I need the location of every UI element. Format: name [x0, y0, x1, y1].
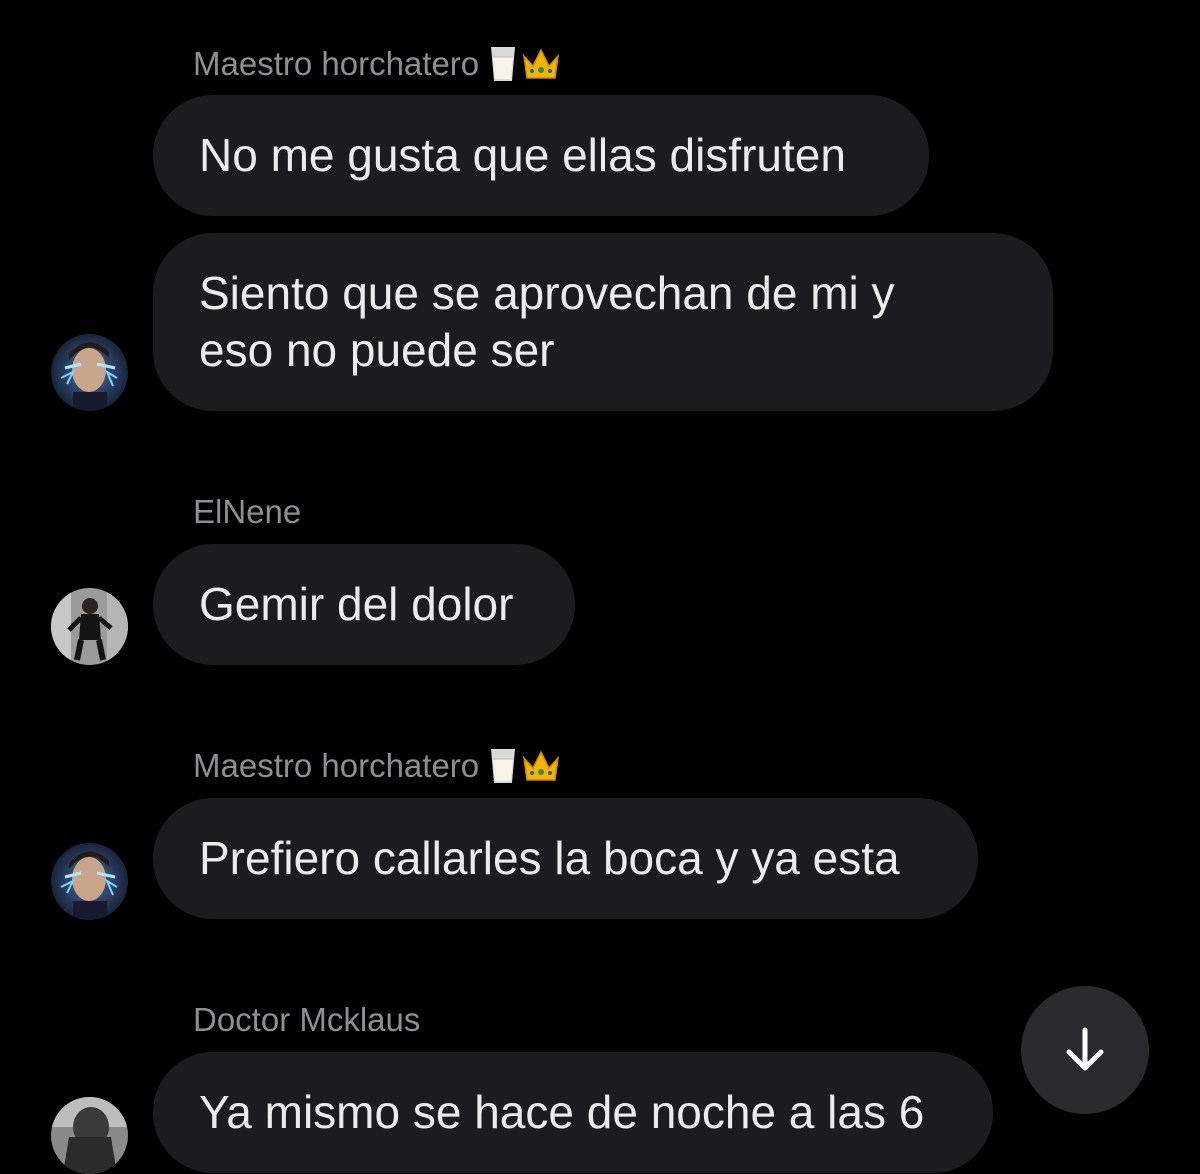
- sender-name-text: Doctor Mcklaus: [193, 1001, 421, 1038]
- message-text-line: Siento que se aprovechan de mi y: [199, 267, 895, 319]
- message-text: Gemir del dolor: [199, 578, 514, 630]
- sender-name: ElNene: [193, 492, 301, 532]
- message-bubble[interactable]: No me gusta que ellas disfruten: [153, 95, 929, 216]
- sender-emoji: [489, 747, 561, 785]
- crown-icon: [523, 48, 560, 79]
- avatar[interactable]: [51, 334, 128, 411]
- message-bubble[interactable]: Ya mismo se hace de noche a las 6: [153, 1052, 993, 1173]
- message-text: Prefiero callarles la boca y ya esta: [199, 832, 900, 884]
- message-bubble[interactable]: Prefiero callarles la boca y ya esta: [153, 798, 978, 919]
- avatar-image: [51, 1097, 128, 1174]
- arrow-down-icon: [1066, 1027, 1104, 1071]
- message-bubble[interactable]: Siento que se aprovechan de mi y eso no …: [153, 233, 1053, 411]
- milk-glass-icon: [491, 749, 516, 783]
- sender-name-text: Maestro horchatero: [193, 45, 480, 82]
- message-text: Siento que se aprovechan de mi y eso no …: [199, 265, 895, 379]
- sender-name-text: Maestro horchatero: [193, 747, 480, 784]
- avatar-image: [51, 334, 128, 411]
- crown-icon: [523, 750, 560, 781]
- message-text-line: eso no puede ser: [199, 324, 555, 376]
- avatar[interactable]: [51, 588, 128, 665]
- sender-emoji: [489, 45, 561, 83]
- scroll-to-bottom-button[interactable]: [1021, 986, 1149, 1114]
- avatar[interactable]: [51, 1097, 128, 1174]
- sender-name: Maestro horchatero: [193, 44, 561, 84]
- avatar-image: [51, 843, 128, 920]
- message-text: No me gusta que ellas disfruten: [199, 129, 846, 181]
- milk-glass-icon: [491, 47, 516, 81]
- message-text: Ya mismo se hace de noche a las 6: [199, 1086, 925, 1138]
- avatar[interactable]: [51, 843, 128, 920]
- sender-name-text: ElNene: [193, 493, 302, 530]
- message-bubble[interactable]: Gemir del dolor: [153, 544, 575, 665]
- sender-name: Maestro horchatero: [193, 746, 561, 786]
- sender-name: Doctor Mcklaus: [193, 1000, 420, 1040]
- avatar-image: [51, 588, 128, 665]
